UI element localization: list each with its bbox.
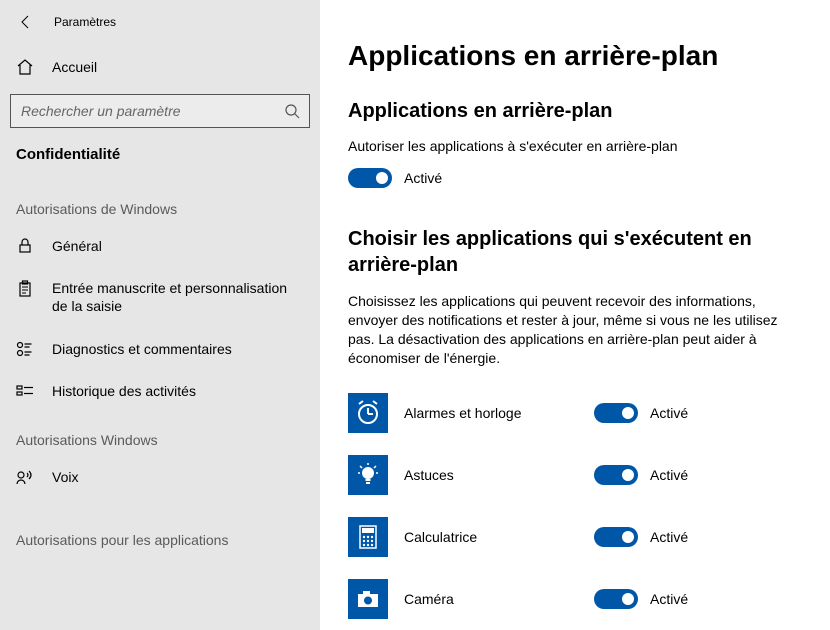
app-toggle-label: Activé	[650, 529, 688, 545]
activity-icon	[16, 383, 34, 397]
app-toggle[interactable]	[594, 465, 638, 485]
sidebar-home[interactable]: Accueil	[0, 48, 320, 86]
sidebar-item-inking[interactable]: Entrée manuscrite et personnalisation de…	[0, 267, 320, 327]
app-toggle-wrap: Activé	[594, 589, 688, 609]
app-toggle[interactable]	[594, 403, 638, 423]
main-content: Applications en arrière-plan Application…	[320, 0, 830, 630]
sidebar-item-label: Voix	[52, 468, 304, 486]
sidebar-section-header: Autorisations de Windows	[0, 181, 320, 225]
search-icon	[284, 103, 300, 119]
app-toggle[interactable]	[594, 589, 638, 609]
section-title: Choisir les applications qui s'exécutent…	[348, 226, 802, 278]
titlebar: Paramètres	[0, 12, 320, 48]
window-title: Paramètres	[54, 15, 116, 29]
sidebar-item-label: Général	[52, 237, 304, 255]
alarms-icon	[348, 393, 388, 433]
sidebar-item-label: Entrée manuscrite et personnalisation de…	[52, 279, 304, 315]
app-row-calculator: Calculatrice Activé	[348, 517, 802, 557]
app-list: Alarmes et horloge Activé Astuces Activé…	[348, 393, 802, 619]
sidebar-item-diagnostics[interactable]: Diagnostics et commentaires	[0, 328, 320, 370]
arrow-left-icon	[18, 14, 34, 30]
sidebar-item-label: Historique des activités	[52, 382, 304, 400]
voice-icon	[16, 469, 34, 485]
camera-icon	[348, 579, 388, 619]
app-name: Caméra	[404, 591, 594, 607]
app-toggle-label: Activé	[650, 467, 688, 483]
sidebar-section-header: Autorisations pour les applications	[0, 512, 320, 556]
master-toggle-label: Activé	[404, 170, 442, 186]
sidebar: Paramètres Accueil Confidentialité Autor…	[0, 0, 320, 630]
section-title: Applications en arrière-plan	[348, 100, 802, 123]
sidebar-item-general[interactable]: Général	[0, 225, 320, 267]
app-name: Alarmes et horloge	[404, 405, 594, 421]
calculator-icon	[348, 517, 388, 557]
app-toggle-label: Activé	[650, 405, 688, 421]
feedback-icon	[16, 341, 34, 357]
clipboard-icon	[16, 280, 34, 298]
page-title: Applications en arrière-plan	[348, 40, 802, 72]
app-row-camera: Caméra Activé	[348, 579, 802, 619]
sidebar-item-label: Diagnostics et commentaires	[52, 340, 304, 358]
app-row-alarms: Alarmes et horloge Activé	[348, 393, 802, 433]
search-wrap	[10, 94, 310, 128]
app-toggle-wrap: Activé	[594, 403, 688, 423]
app-name: Astuces	[404, 467, 594, 483]
sidebar-category: Confidentialité	[0, 142, 320, 181]
master-toggle[interactable]	[348, 168, 392, 188]
tips-icon	[348, 455, 388, 495]
app-name: Calculatrice	[404, 529, 594, 545]
sidebar-home-label: Accueil	[52, 59, 97, 75]
app-row-tips: Astuces Activé	[348, 455, 802, 495]
app-toggle-wrap: Activé	[594, 527, 688, 547]
sidebar-section-header: Autorisations Windows	[0, 412, 320, 456]
master-toggle-row: Activé	[348, 168, 802, 188]
search-input[interactable]	[10, 94, 310, 128]
home-icon	[16, 58, 34, 76]
lock-icon	[16, 238, 34, 254]
back-button[interactable]	[16, 12, 36, 32]
sidebar-item-activity-history[interactable]: Historique des activités	[0, 370, 320, 412]
sidebar-item-voice[interactable]: Voix	[0, 456, 320, 498]
app-toggle-wrap: Activé	[594, 465, 688, 485]
section-desc: Choisissez les applications qui peuvent …	[348, 292, 778, 368]
app-toggle[interactable]	[594, 527, 638, 547]
app-toggle-label: Activé	[650, 591, 688, 607]
section-desc: Autoriser les applications à s'exécuter …	[348, 137, 778, 156]
